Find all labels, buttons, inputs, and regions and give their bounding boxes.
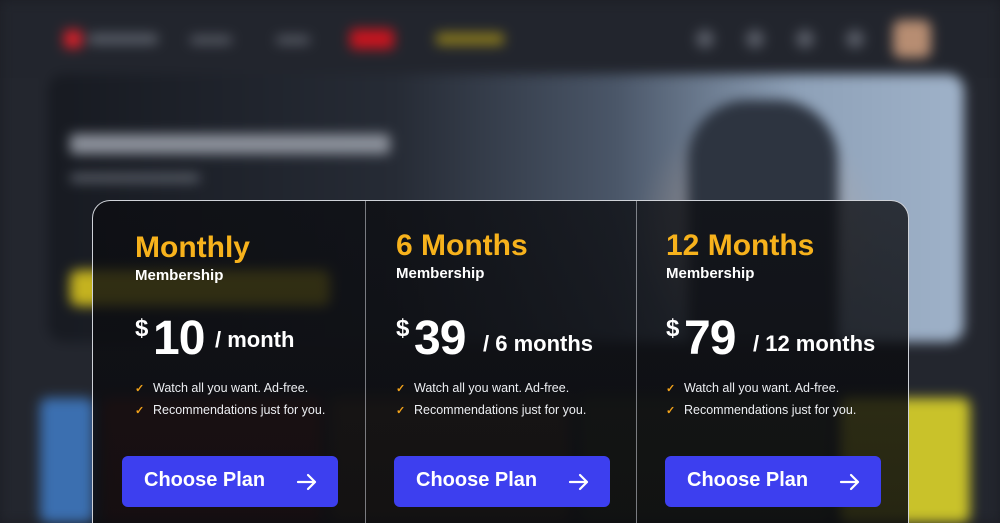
price-amount: 10 — [153, 312, 205, 365]
feature-list: ✓ Watch all you want. Ad-free. ✓ Recomme… — [396, 381, 636, 425]
plan-title: Monthly — [135, 231, 250, 264]
check-icon: ✓ — [135, 405, 145, 417]
background-logo — [64, 30, 160, 48]
price-amount: 79 — [684, 312, 736, 365]
price-amount: 39 — [414, 312, 466, 365]
check-icon: ✓ — [396, 383, 406, 395]
plan-card-6-months: 6 Months Membership $ 39 / 6 months ✓ Wa… — [365, 201, 637, 523]
plan-title: 12 Months — [666, 229, 815, 262]
plan-subtitle: Membership — [396, 265, 485, 282]
feature-text: Watch all you want. Ad-free. — [153, 381, 309, 395]
check-icon: ✓ — [135, 383, 145, 395]
plan-card-12-months: 12 Months Membership $ 79 / 12 months ✓ … — [636, 201, 908, 523]
arrow-right-icon — [568, 473, 589, 491]
feature-list: ✓ Watch all you want. Ad-free. ✓ Recomme… — [666, 381, 906, 425]
feature-text: Recommendations just for you. — [153, 403, 326, 417]
check-icon: ✓ — [396, 405, 406, 417]
feature-item: ✓ Watch all you want. Ad-free. — [135, 381, 375, 403]
check-icon: ✓ — [666, 405, 676, 417]
bell-icon — [746, 30, 764, 48]
price-period: / month — [215, 327, 295, 352]
feature-item: ✓ Watch all you want. Ad-free. — [666, 381, 906, 403]
gift-icon — [796, 30, 814, 48]
background-live-badge — [350, 29, 394, 49]
pricing-panel: Monthly Membership $ 10 / month ✓ Watch … — [92, 200, 909, 523]
price-period: / 6 months — [483, 331, 594, 356]
background-nav-item — [276, 36, 310, 44]
choose-plan-label: Choose Plan — [416, 469, 538, 491]
arrow-right-icon — [296, 473, 317, 491]
check-icon: ✓ — [666, 383, 676, 395]
background-nav-item — [190, 36, 232, 44]
feature-list: ✓ Watch all you want. Ad-free. ✓ Recomme… — [135, 381, 375, 425]
currency-symbol: $ — [135, 315, 149, 342]
background-header — [0, 0, 1000, 78]
settings-icon — [846, 30, 864, 48]
feature-item: ✓ Recommendations just for you. — [135, 403, 375, 425]
background-premium-link — [436, 33, 504, 45]
feature-item: ✓ Watch all you want. Ad-free. — [396, 381, 636, 403]
avatar — [893, 20, 931, 58]
feature-text: Watch all you want. Ad-free. — [414, 381, 570, 395]
feature-text: Recommendations just for you. — [684, 403, 857, 417]
plan-title: 6 Months — [396, 229, 528, 262]
plan-card-monthly: Monthly Membership $ 10 / month ✓ Watch … — [93, 201, 365, 523]
choose-plan-label: Choose Plan — [144, 469, 266, 491]
feature-item: ✓ Recommendations just for you. — [666, 403, 906, 425]
currency-symbol: $ — [666, 315, 680, 342]
plan-subtitle: Membership — [666, 265, 755, 282]
choose-plan-button-monthly[interactable]: Choose Plan — [122, 456, 338, 507]
feature-text: Watch all you want. Ad-free. — [684, 381, 840, 395]
feature-text: Recommendations just for you. — [414, 403, 587, 417]
plan-subtitle: Membership — [135, 267, 224, 284]
arrow-right-icon — [839, 473, 860, 491]
choose-plan-label: Choose Plan — [687, 469, 809, 491]
choose-plan-button-12-months[interactable]: Choose Plan — [665, 456, 881, 507]
price-period: / 12 months — [753, 331, 876, 356]
currency-symbol: $ — [396, 315, 410, 342]
choose-plan-button-6-months[interactable]: Choose Plan — [394, 456, 610, 507]
feature-item: ✓ Recommendations just for you. — [396, 403, 636, 425]
search-icon — [696, 30, 714, 48]
